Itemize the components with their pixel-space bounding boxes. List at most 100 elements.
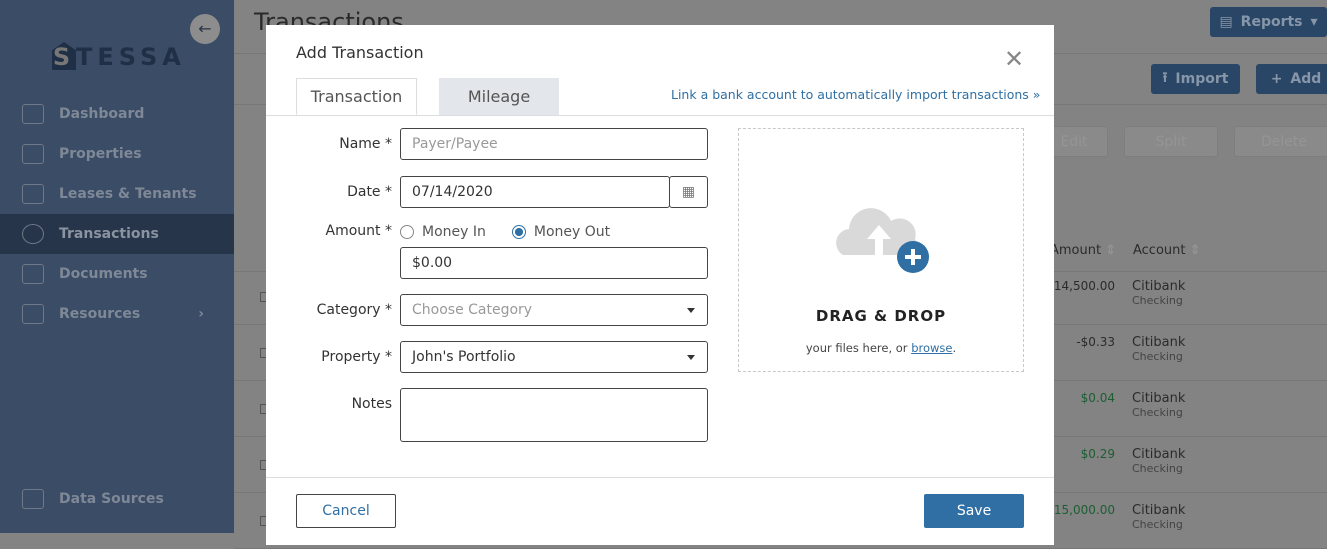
calendar-icon: ▦ <box>681 184 696 200</box>
drop-text: your files here, or <box>805 341 912 355</box>
notes-label: Notes <box>351 396 392 412</box>
modal-title: Add Transaction <box>296 43 424 62</box>
money-in-radio[interactable] <box>400 225 414 239</box>
tab-transaction[interactable]: Transaction <box>296 78 417 115</box>
add-button[interactable]: + Add <box>1256 64 1327 94</box>
column-header-amount[interactable]: Amount ⇕ <box>1050 243 1116 258</box>
transactions-icon <box>22 224 44 244</box>
account-type: Checking <box>1132 462 1183 475</box>
add-transaction-modal: Add Transaction ✕ Transaction Mileage Li… <box>266 25 1054 545</box>
property-select[interactable]: John's Portfolio <box>400 341 708 373</box>
date-label: Date * <box>347 184 392 200</box>
property-value: John's Portfolio <box>412 349 516 365</box>
account-name: Citibank <box>1132 391 1186 406</box>
row-account: Citibank Checking <box>1132 447 1185 475</box>
drop-hint: your files here, or browse. <box>739 341 1023 355</box>
account-name: Citibank <box>1132 279 1186 294</box>
reports-label: Reports <box>1240 14 1303 30</box>
category-select[interactable]: Choose Category <box>400 294 708 326</box>
account-type: Checking <box>1132 406 1183 419</box>
collapse-sidebar-button[interactable]: ← <box>190 14 220 44</box>
book-icon <box>22 304 44 324</box>
sidebar-item-properties[interactable]: Properties <box>0 134 234 174</box>
sidebar-item-leases[interactable]: Leases & Tenants <box>0 174 234 214</box>
sidebar-item-label: Properties <box>59 146 142 162</box>
account-type: Checking <box>1132 294 1183 307</box>
sidebar-item-label: Transactions <box>59 226 159 242</box>
cloud-upload-icon <box>836 208 929 273</box>
save-label: Save <box>956 503 992 519</box>
name-label: Name * <box>339 136 392 152</box>
account-header-label: Account <box>1133 243 1186 258</box>
row-account: Citibank Checking <box>1132 335 1185 363</box>
delete-button[interactable]: Delete <box>1234 126 1327 157</box>
account-type: Checking <box>1132 518 1183 531</box>
save-button[interactable]: Save <box>924 494 1024 528</box>
row-account: Citibank Checking <box>1132 503 1185 531</box>
tenants-icon <box>22 184 44 204</box>
drag-drop-title: DRAG & DROP <box>815 307 947 325</box>
browse-link[interactable]: browse <box>911 341 952 355</box>
sidebar: ← STESSA Dashboard Properties Leases & T… <box>0 0 234 533</box>
amount-header-label: Amount <box>1050 243 1102 258</box>
close-icon[interactable]: ✕ <box>1004 45 1024 73</box>
amount-label: Amount * <box>325 223 392 239</box>
money-out-radio[interactable] <box>511 225 526 239</box>
link-bank-account-link[interactable]: Link a bank account to automatically imp… <box>671 87 1040 102</box>
sidebar-item-dashboard[interactable]: Dashboard <box>0 94 234 134</box>
file-drop-zone[interactable]: DRAG & DROP your files here, or browse. <box>738 128 1024 372</box>
tab-label: Mileage <box>467 87 531 106</box>
sidebar-item-documents[interactable]: Documents <box>0 254 234 294</box>
name-input[interactable]: Payer/Payee <box>400 128 708 160</box>
upload-icon: ⭱ <box>1162 70 1168 86</box>
sidebar-item-transactions[interactable]: Transactions <box>0 214 234 254</box>
caret-down-icon <box>687 354 695 360</box>
import-label: Import <box>1175 71 1229 87</box>
reports-button[interactable]: ▤ Reports ▾ <box>1210 7 1327 37</box>
logo: STESSA <box>52 42 186 71</box>
row-account: Citibank Checking <box>1132 279 1185 307</box>
sidebar-item-label: Dashboard <box>59 106 145 122</box>
account-type: Checking <box>1132 350 1183 363</box>
account-name: Citibank <box>1132 335 1186 350</box>
delete-label: Delete <box>1261 133 1307 150</box>
name-placeholder: Payer/Payee <box>412 136 498 152</box>
account-name: Citibank <box>1132 447 1186 462</box>
tab-label: Transaction <box>310 87 403 106</box>
tab-mileage[interactable]: Mileage <box>439 78 559 115</box>
sort-icon: ⇕ <box>1105 243 1117 258</box>
plus-icon: + <box>1270 71 1283 87</box>
document-icon: ▤ <box>1219 14 1233 30</box>
date-input[interactable]: 07/14/2020 <box>400 176 670 208</box>
category-label: Category * <box>316 302 392 318</box>
amount-input[interactable]: $0.00 <box>400 247 708 279</box>
caret-down-icon <box>687 307 695 313</box>
data-sources-icon <box>22 489 44 509</box>
notes-textarea[interactable] <box>400 388 708 442</box>
sidebar-item-label: Data Sources <box>59 491 164 507</box>
cancel-button[interactable]: Cancel <box>296 494 396 528</box>
cancel-label: Cancel <box>322 503 370 519</box>
arrow-left-icon: ← <box>198 19 212 38</box>
column-header-account[interactable]: Account ⇕ <box>1133 243 1201 258</box>
category-placeholder: Choose Category <box>412 302 533 318</box>
money-out-label: Money Out <box>533 224 611 240</box>
calendar-button[interactable]: ▦ <box>669 176 708 208</box>
add-label: Add <box>1290 71 1322 87</box>
sidebar-item-label: Resources <box>59 306 141 322</box>
sidebar-item-resources[interactable]: Resources › <box>0 294 234 334</box>
split-label: Split <box>1155 133 1187 150</box>
sidebar-item-data-sources[interactable]: Data Sources <box>0 479 234 519</box>
chevron-right-icon: › <box>198 306 204 322</box>
amount-value: $0.00 <box>412 255 453 271</box>
split-button[interactable]: Split <box>1124 126 1218 157</box>
money-in-label: Money In <box>422 224 486 240</box>
caret-down-icon: ▾ <box>1310 14 1318 30</box>
import-button[interactable]: ⭱ Import <box>1151 64 1240 94</box>
sort-icon: ⇕ <box>1189 243 1201 258</box>
date-value: 07/14/2020 <box>412 184 493 200</box>
property-label: Property * <box>321 349 392 365</box>
building-icon <box>22 144 44 164</box>
sidebar-item-label: Documents <box>59 266 148 282</box>
drop-end: . <box>952 341 957 355</box>
